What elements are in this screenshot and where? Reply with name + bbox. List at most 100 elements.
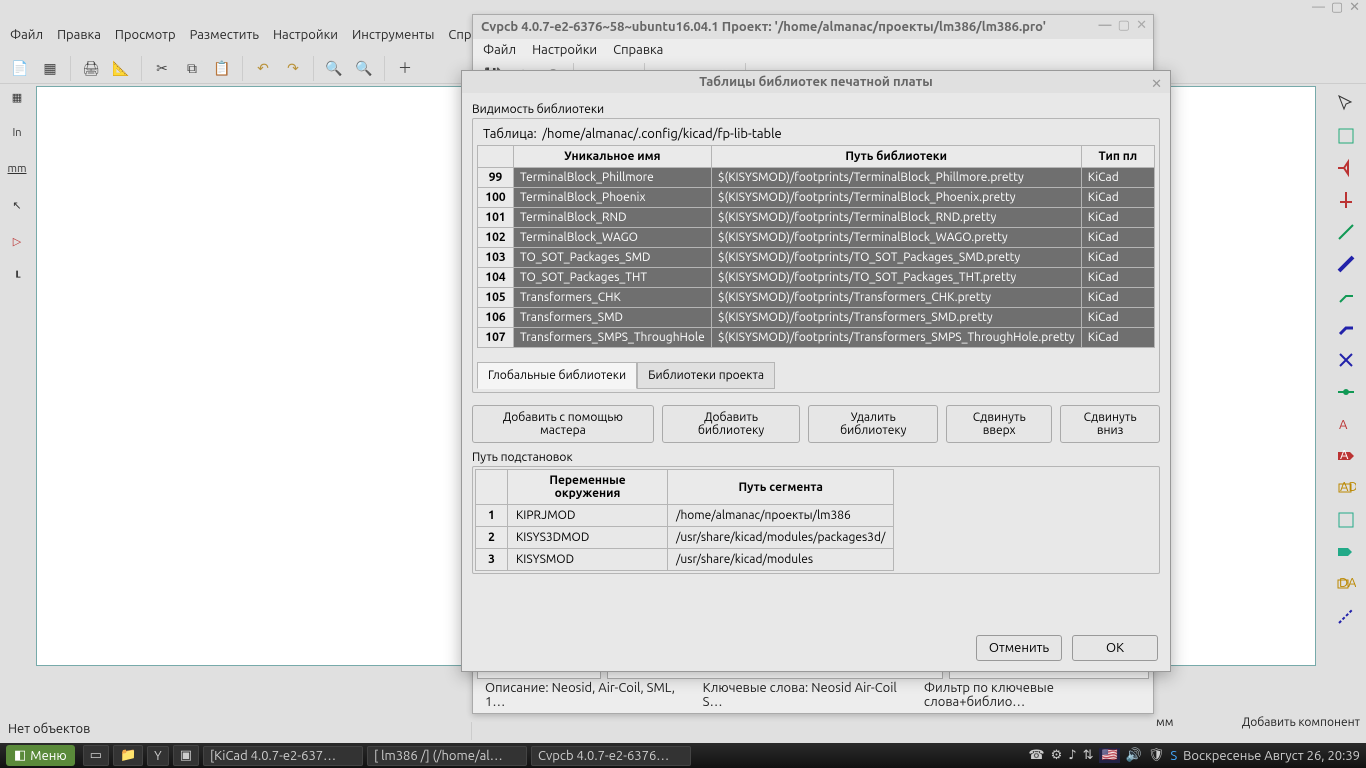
cancel-button[interactable]: Отменить: [976, 635, 1062, 661]
cell-val[interactable]: /home/almanac/проекты/lm386: [668, 505, 894, 527]
row-header[interactable]: 104: [478, 268, 514, 288]
table-row[interactable]: 101 TerminalBlock_RND $(KISYSMOD)/footpr…: [478, 208, 1155, 228]
cell-val[interactable]: /usr/share/kicad/modules: [668, 549, 894, 571]
menu-edit[interactable]: Правка: [57, 28, 101, 50]
taskbar-item[interactable]: Cvpcb 4.0.7-e2-6376…: [531, 746, 691, 766]
new-icon[interactable]: 📄: [8, 56, 32, 80]
add-with-wizard-button[interactable]: Добавить с помощью мастера: [472, 405, 654, 443]
place-bus-entry-icon[interactable]: [1332, 314, 1360, 342]
shield-icon[interactable]: 🛡: [1148, 748, 1165, 763]
redo-icon[interactable]: ↷: [281, 56, 305, 80]
copy-icon[interactable]: ⧉: [180, 56, 204, 80]
cell-name[interactable]: TerminalBlock_WAGO: [514, 228, 712, 248]
cell-var[interactable]: KISYS3DMOD: [508, 527, 668, 549]
col-path[interactable]: Путь библиотеки: [711, 146, 1081, 168]
zoom-in-icon[interactable]: ＋: [393, 56, 417, 80]
row-header[interactable]: 105: [478, 288, 514, 308]
menu-view[interactable]: Просмотр: [115, 28, 176, 50]
left-toolbar[interactable]: ▦ In mm ↖ ▷ ┖: [2, 90, 34, 300]
cvpcb-window-controls[interactable]: — ▢ ✕: [1099, 15, 1148, 33]
cell-type[interactable]: KiCad: [1081, 308, 1154, 328]
sheet-icon[interactable]: ▦: [38, 56, 62, 80]
music-icon[interactable]: ♪: [1068, 748, 1076, 763]
place-sheet-icon[interactable]: [1332, 506, 1360, 534]
ok-button[interactable]: OK: [1072, 635, 1158, 661]
place-wire-entry-icon[interactable]: [1332, 282, 1360, 310]
cell-name[interactable]: TerminalBlock_RND: [514, 208, 712, 228]
cell-type[interactable]: KiCad: [1081, 208, 1154, 228]
paste-icon[interactable]: 📋: [210, 56, 234, 80]
place-power-icon[interactable]: [1332, 186, 1360, 214]
undo-icon[interactable]: ↶: [251, 56, 275, 80]
row-header[interactable]: 102: [478, 228, 514, 248]
table-row[interactable]: 105 Transformers_CHK $(KISYSMOD)/footpri…: [478, 288, 1155, 308]
place-noconnect-icon[interactable]: [1332, 346, 1360, 374]
cvpcb-menu-help[interactable]: Справка: [613, 43, 663, 57]
cell-name[interactable]: TerminalBlock_Phoenix: [514, 188, 712, 208]
cell-path[interactable]: $(KISYSMOD)/footprints/TerminalBlock_Pho…: [711, 188, 1081, 208]
keyboard-layout-icon[interactable]: 🇺🇸: [1099, 748, 1119, 763]
select-icon[interactable]: [1332, 90, 1360, 118]
updates-icon[interactable]: ⚙: [1051, 748, 1063, 763]
remove-library-button[interactable]: Удалить библиотеку: [808, 405, 938, 443]
grid-dots-icon[interactable]: ▦: [2, 90, 32, 120]
units-in-icon[interactable]: In: [2, 126, 32, 156]
cursor-icon[interactable]: ↖: [2, 198, 32, 228]
table-row[interactable]: 106 Transformers_SMD $(KISYSMOD)/footpri…: [478, 308, 1155, 328]
place-junction-icon[interactable]: [1332, 378, 1360, 406]
move-down-button[interactable]: Сдвинуть вниз: [1060, 405, 1160, 443]
main-window-controls[interactable]: — ▢ ✕: [1312, 0, 1360, 15]
taskbar-show-desktop[interactable]: ▭: [83, 745, 109, 766]
cell-type[interactable]: KiCad: [1081, 248, 1154, 268]
skype-icon[interactable]: S: [1170, 749, 1177, 763]
cell-type[interactable]: KiCad: [1081, 168, 1154, 188]
cell-type[interactable]: KiCad: [1081, 188, 1154, 208]
row-header[interactable]: 1: [476, 505, 508, 527]
cell-path[interactable]: $(KISYSMOD)/footprints/TerminalBlock_WAG…: [711, 228, 1081, 248]
taskbar-browser[interactable]: Y: [147, 746, 169, 766]
table-row[interactable]: 2 KISYS3DMOD /usr/share/kicad/modules/pa…: [476, 527, 894, 549]
close-icon[interactable]: ✕: [1151, 73, 1162, 95]
table-row[interactable]: 1 KIPRJMOD /home/almanac/проекты/lm386: [476, 505, 894, 527]
volume-icon[interactable]: 🔊: [1126, 748, 1142, 763]
table-row[interactable]: 3 KISYSMOD /usr/share/kicad/modules: [476, 549, 894, 571]
cell-type[interactable]: KiCad: [1081, 228, 1154, 248]
tab-project[interactable]: Библиотеки проекта: [637, 362, 775, 389]
cell-var[interactable]: KIPRJMOD: [508, 505, 668, 527]
cell-name[interactable]: TO_SOT_Packages_THT: [514, 268, 712, 288]
subst-grid[interactable]: Переменные окружения Путь сегмента 1 KIP…: [475, 469, 894, 571]
cell-name[interactable]: Transformers_SMD: [514, 308, 712, 328]
cell-var[interactable]: KISYSMOD: [508, 549, 668, 571]
table-row[interactable]: 102 TerminalBlock_WAGO $(KISYSMOD)/footp…: [478, 228, 1155, 248]
place-hierlabel-icon[interactable]: AD: [1332, 474, 1360, 502]
row-header[interactable]: 106: [478, 308, 514, 328]
table-row[interactable]: 99 TerminalBlock_Phillmore $(KISYSMOD)/f…: [478, 168, 1155, 188]
row-header[interactable]: 101: [478, 208, 514, 228]
subst-col-val[interactable]: Путь сегмента: [668, 470, 894, 505]
col-name[interactable]: Уникальное имя: [514, 146, 712, 168]
place-wire-icon[interactable]: [1332, 218, 1360, 246]
plot-icon[interactable]: 📐: [109, 56, 133, 80]
cvpcb-menu-file[interactable]: Файл: [483, 43, 516, 57]
cvpcb-menu-settings[interactable]: Настройки: [532, 43, 597, 57]
taskbar-clock[interactable]: Воскресенье Август 26, 20:39: [1183, 749, 1360, 763]
find-icon[interactable]: 🔍: [322, 56, 346, 80]
find-replace-icon[interactable]: 🔍: [352, 56, 376, 80]
subst-col-var[interactable]: Переменные окружения: [508, 470, 668, 505]
row-header[interactable]: 99: [478, 168, 514, 188]
invisible-pin-icon[interactable]: ▷: [2, 234, 32, 264]
table-row[interactable]: 103 TO_SOT_Packages_SMD $(KISYSMOD)/foot…: [478, 248, 1155, 268]
cell-path[interactable]: $(KISYSMOD)/footprints/TerminalBlock_RND…: [711, 208, 1081, 228]
taskbar-item[interactable]: [ lm386 /] (/home/al…: [367, 746, 527, 766]
row-header[interactable]: 3: [476, 549, 508, 571]
row-header[interactable]: 100: [478, 188, 514, 208]
cell-type[interactable]: KiCad: [1081, 288, 1154, 308]
menu-file[interactable]: Файл: [10, 28, 43, 50]
cvpcb-menubar[interactable]: Файл Настройки Справка: [473, 39, 1153, 61]
place-sheet-pin-icon[interactable]: DA: [1332, 570, 1360, 598]
add-library-button[interactable]: Добавить библиотеку: [662, 405, 800, 443]
table-row[interactable]: 100 TerminalBlock_Phoenix $(KISYSMOD)/fo…: [478, 188, 1155, 208]
taskbar-item[interactable]: [KiCad 4.0.7-e2-637…: [203, 746, 363, 766]
cell-name[interactable]: TO_SOT_Packages_SMD: [514, 248, 712, 268]
tab-global[interactable]: Глобальные библиотеки: [477, 362, 637, 389]
